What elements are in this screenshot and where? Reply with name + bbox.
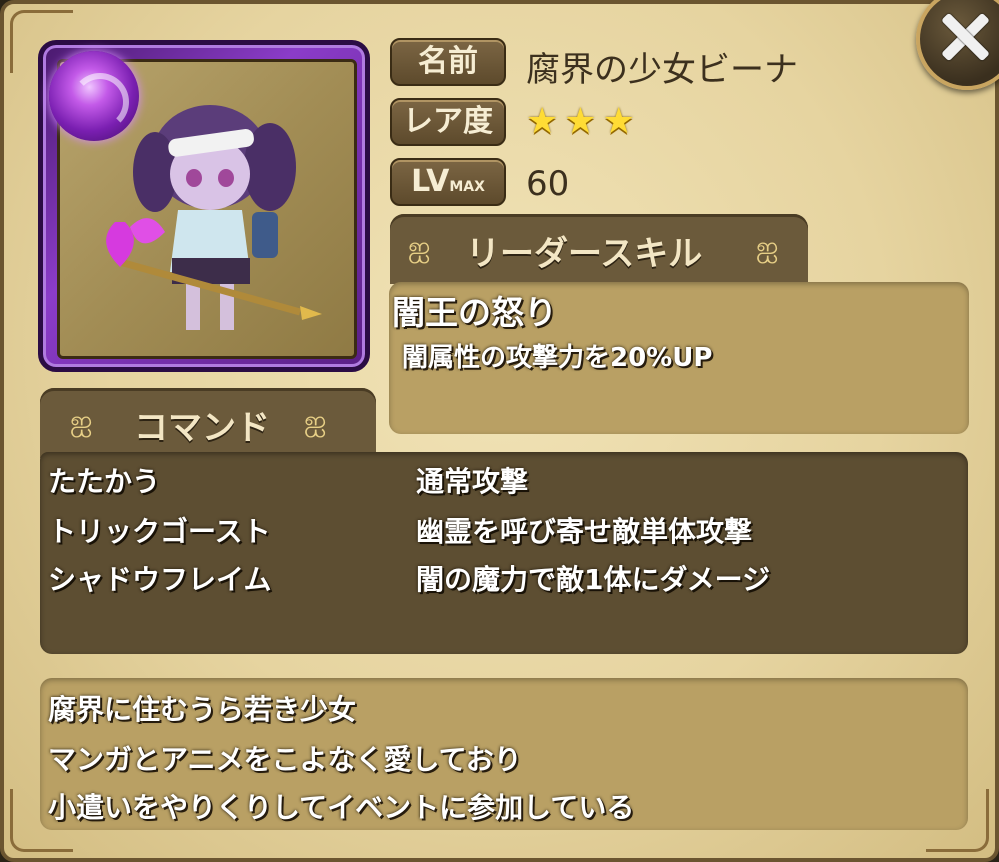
orb-swirl (71, 73, 129, 131)
leader-skill-description: 闇属性の攻撃力を20%UP (402, 343, 713, 373)
star-icon: ★ (564, 101, 597, 142)
right-scroll-ornament-icon: ஐ (756, 230, 779, 263)
name-label-tag: 名前 (390, 38, 506, 86)
star-icon: ★ (526, 101, 559, 142)
command-description: 幽霊を呼び寄せ敵単体攻撃 (416, 515, 753, 548)
command-description: 通常攻撃 (416, 465, 529, 498)
character-portrait-frame (38, 40, 370, 372)
leader-skill-name: 闇王の怒り (392, 293, 557, 332)
command-name: トリックゴースト (48, 515, 271, 548)
command-row: シャドウフレイム 闇の魔力で敵1体にダメージ (48, 558, 948, 598)
rarity-label-tag: レア度 (390, 98, 506, 146)
command-tab-label: コマンド (134, 408, 270, 448)
star-icon: ★ (602, 101, 635, 142)
level-label-suffix: MAX (449, 179, 485, 195)
command-name: シャドウフレイム (48, 563, 272, 596)
flavor-text-line: 小遣いをやりくりしてイベントに参加している (48, 791, 635, 824)
close-icon (942, 14, 988, 60)
level-label: LV (411, 164, 450, 199)
level-max-value: 60 (526, 164, 570, 204)
command-row: たたかう 通常攻撃 (48, 460, 948, 500)
level-label-tag: LVMAX (390, 158, 506, 206)
character-detail-panel: 名前 腐界の少女ビーナ レア度 ★ ★ ★ LVMAX 60 ஐ リーダースキル ஐ… (0, 0, 999, 862)
rarity-stars: ★ ★ ★ (526, 100, 635, 144)
flavor-text-line: 腐界に住むうら若き少女 (48, 693, 357, 726)
command-description: 闇の魔力で敵1体にダメージ (416, 563, 771, 596)
right-scroll-ornament-icon: ஐ (304, 404, 327, 437)
dark-element-orb-icon (49, 51, 139, 141)
flavor-text-line: マンガとアニメをこよなく愛しており (48, 743, 522, 776)
command-name: たたかう (48, 465, 161, 498)
left-scroll-ornament-icon: ஐ (408, 230, 431, 263)
left-scroll-ornament-icon: ஐ (70, 404, 93, 437)
leader-skill-tab-label: リーダースキル (466, 234, 703, 274)
character-name: 腐界の少女ビーナ (526, 50, 798, 90)
command-row: トリックゴースト 幽霊を呼び寄せ敵単体攻撃 (48, 510, 948, 550)
